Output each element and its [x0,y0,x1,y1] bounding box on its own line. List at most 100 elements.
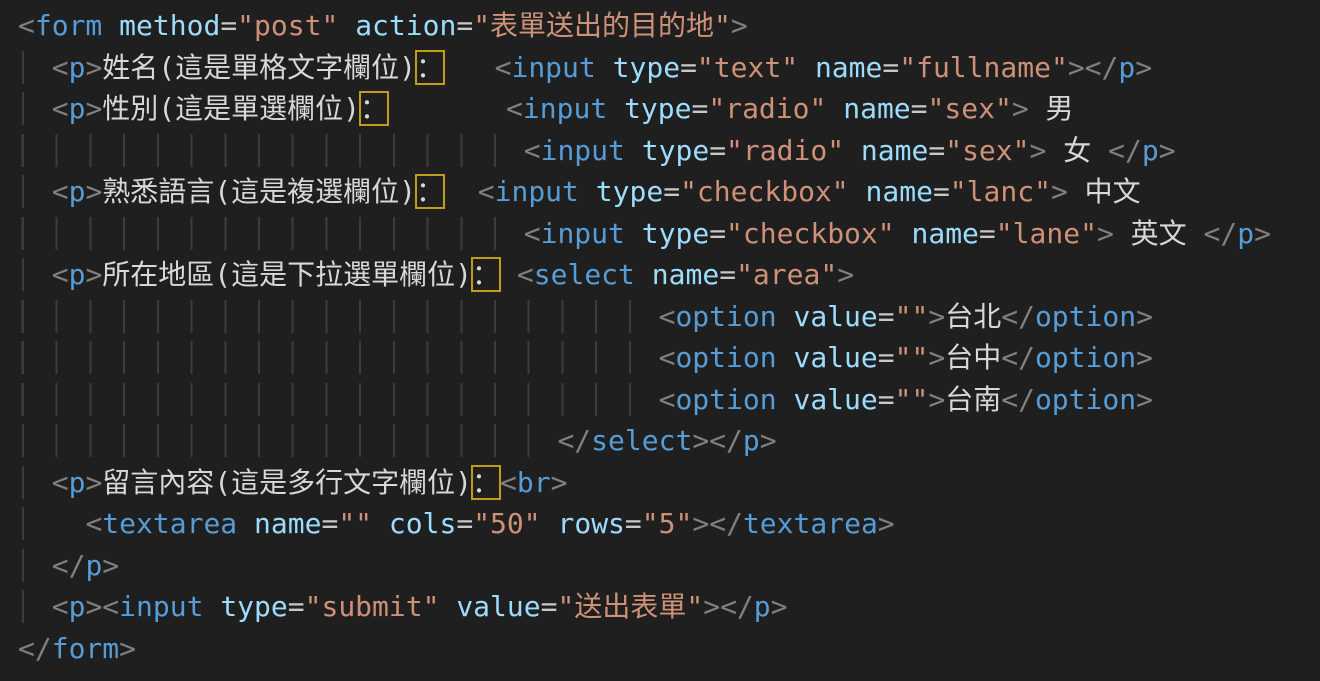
token-punctuation: > [1012,92,1029,125]
whitespace [444,51,495,84]
token-punctuation: </ [720,590,754,623]
code-editor[interactable]: <form method="post" action="表單送出的目的地"> <… [0,0,1320,681]
whitespace [777,341,794,374]
token-punctuation: </ [557,424,591,457]
token-string-value: "" [338,507,372,540]
token-string-value: "" [895,341,929,374]
token-attribute-name: type [613,51,680,84]
token-punctuation: < [102,590,119,623]
token-attribute-name: type [642,217,709,250]
token-attribute-name: type [596,175,663,208]
code-line: <input type="radio" name="sex"> 女 </p> [18,130,1320,172]
token-punctuation: < [495,51,512,84]
token-punctuation: > [119,632,136,665]
token-attribute-name: name [843,92,910,125]
token-punctuation: > [1030,134,1047,167]
token-string-value: "fullname" [899,51,1068,84]
whitespace [777,383,794,416]
unicode-highlight-colon: ： [416,51,444,84]
token-text-content: 中文 [1085,175,1141,208]
token-attribute-name: value [793,300,877,333]
token-attribute-name: name [866,175,933,208]
indent-guide [18,51,52,84]
token-tag-name: input [495,175,579,208]
unicode-highlight-colon: ： [416,175,444,208]
token-punctuation: < [52,175,69,208]
whitespace [777,300,794,333]
token-tag-name: input [511,51,595,84]
token-punctuation: < [85,507,102,540]
token-punctuation: > [692,507,709,540]
token-tag-name: p [69,51,86,84]
indent-guides [18,300,659,333]
token-tag-name: input [119,590,203,623]
token-punctuation: > [85,92,102,125]
token-text-content: 所在地區(這是下拉選單欄位) [102,258,472,291]
token-equals-sign: = [321,507,338,540]
token-equals-sign: = [878,341,895,374]
token-punctuation: > [85,175,102,208]
token-tag-name: p [69,466,86,499]
token-punctuation: > [85,590,102,623]
token-equals-sign: = [928,134,945,167]
token-tag-name: p [85,549,102,582]
token-equals-sign: = [288,590,305,623]
token-tag-name: p [1118,51,1135,84]
whitespace [625,217,642,250]
token-punctuation: < [500,466,517,499]
token-equals-sign: = [456,9,473,42]
whitespace [444,175,478,208]
token-equals-sign: = [692,92,709,125]
token-punctuation: < [52,92,69,125]
token-equals-sign: = [220,9,237,42]
token-tag-name: p [69,175,86,208]
token-punctuation: < [18,9,35,42]
token-string-value: "checkbox" [726,217,895,250]
token-punctuation: > [85,466,102,499]
token-punctuation: < [659,300,676,333]
token-punctuation: </ [1001,300,1035,333]
token-text-content: 性別(這是單選欄位) [102,92,360,125]
token-equals-sign: = [719,258,736,291]
token-punctuation: < [506,92,523,125]
whitespace [388,92,506,125]
code-line: <p>留言內容(這是多行文字欄位)：<br> [18,462,1320,504]
token-punctuation: </ [1001,383,1035,416]
token-string-value: "" [895,383,929,416]
token-text-content: 女 [1063,134,1091,167]
indent-guide [18,175,52,208]
whitespace [849,175,866,208]
token-equals-sign: = [878,383,895,416]
token-equals-sign: = [680,51,697,84]
token-tag-name: p [69,92,86,125]
token-tag-name: input [541,134,625,167]
token-punctuation: > [102,549,119,582]
whitespace [895,217,912,250]
token-punctuation: < [659,383,676,416]
token-tag-name: input [541,217,625,250]
token-text-content: 台南 [945,383,1001,416]
token-text-content: 熟悉語言(這是複選欄位) [102,175,416,208]
whitespace [439,590,456,623]
code-line: </p> [18,545,1320,587]
token-punctuation: > [1135,51,1152,84]
token-string-value: "submit" [305,590,440,623]
token-equals-sign: = [933,175,950,208]
token-string-value: "post" [237,9,338,42]
token-punctuation: < [52,590,69,623]
token-string-value: "" [895,300,929,333]
token-punctuation: < [52,51,69,84]
indent-guides [18,341,659,374]
token-tag-name: option [1035,341,1136,374]
indent-guide [18,466,52,499]
token-punctuation: > [1136,383,1153,416]
token-tag-name: p [1142,134,1159,167]
token-punctuation: < [517,258,534,291]
token-tag-name: select [591,424,692,457]
token-punctuation: > [928,383,945,416]
code-line: </form> [18,628,1320,670]
code-line: <p>姓名(這是單格文字欄位)： <input type="text" name… [18,47,1320,89]
indent-guides [18,383,659,416]
token-punctuation: </ [1085,51,1119,84]
token-tag-name: p [743,424,760,457]
